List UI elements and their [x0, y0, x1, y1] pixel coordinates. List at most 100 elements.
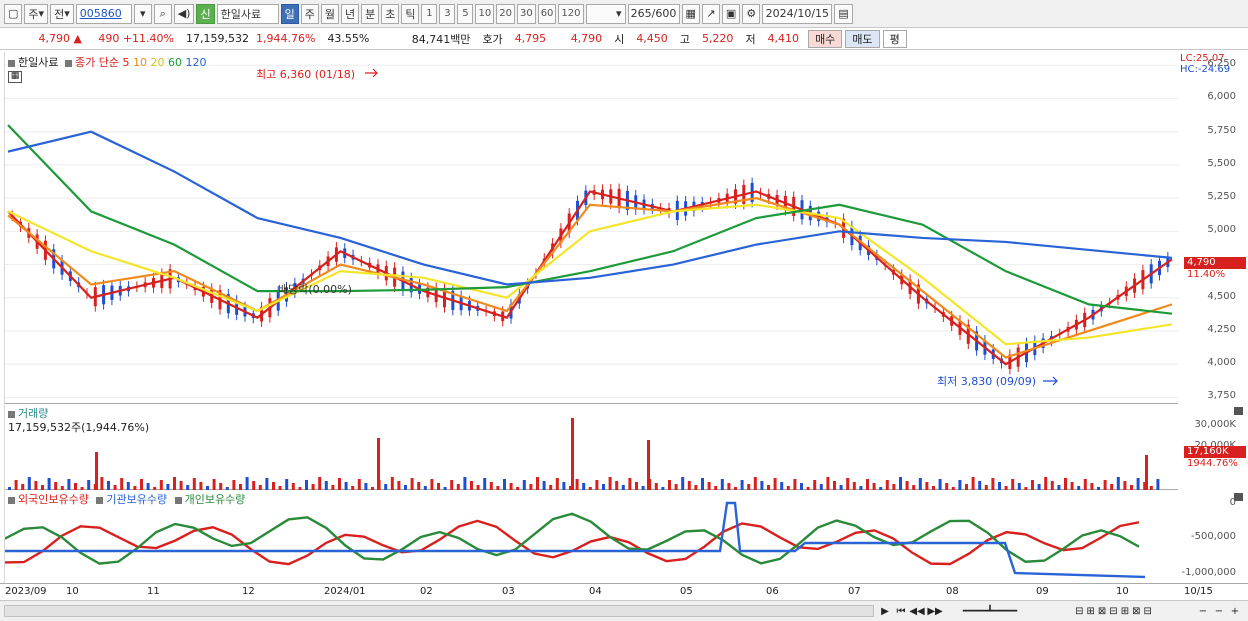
zoom-in-icon[interactable]: +: [1228, 604, 1242, 619]
legend-indiv: 개인보유수량: [184, 493, 246, 506]
zoom-slider[interactable]: ━━━━┻━━━━: [950, 604, 1030, 619]
interval-5[interactable]: 5: [457, 3, 474, 24]
x-tick: 09: [1036, 586, 1049, 597]
volume-bar: [687, 481, 691, 490]
x-tick: 07: [848, 586, 861, 597]
dropdown-icon[interactable]: ▾: [133, 3, 152, 24]
mode-select[interactable]: 주 ▾: [24, 3, 49, 24]
volume-bar: [278, 486, 282, 490]
volume-bar: [443, 487, 447, 490]
volume-bar: [1103, 480, 1107, 490]
scrollbar[interactable]: [4, 605, 874, 617]
next-icon[interactable]: ▶▶: [927, 604, 942, 619]
period-second[interactable]: 초: [381, 3, 400, 24]
volume-spike: [1145, 455, 1148, 490]
volume-bar: [1004, 486, 1008, 490]
interval-20[interactable]: 20: [496, 3, 515, 24]
holder-close-icon[interactable]: [1234, 493, 1243, 501]
ma-line-60: [7, 124, 1173, 315]
volume-bar: [285, 479, 289, 490]
prev-icon[interactable]: ◀◀: [909, 604, 924, 619]
average-button[interactable]: 평: [882, 29, 907, 48]
interval-120[interactable]: 120: [558, 3, 584, 24]
grid-icon[interactable]: ▦: [681, 3, 700, 24]
volume-bar: [635, 482, 638, 490]
x-tick: 06: [766, 586, 779, 597]
volume-bar: [417, 482, 421, 490]
volume-bar: [80, 487, 84, 490]
first-icon[interactable]: ⏮: [894, 604, 908, 619]
open-label: 시: [614, 32, 625, 46]
stock-code-input[interactable]: 005860: [75, 3, 132, 24]
interval-dropdown[interactable]: ▾: [585, 3, 626, 24]
volume-bar: [1024, 487, 1028, 490]
x-tick: 10: [66, 586, 79, 597]
tool-icons[interactable]: ⊟⊞⊠⊟⊞⊠⊟: [1040, 604, 1190, 619]
bar-count: 265: [630, 7, 652, 20]
date-field[interactable]: 2024/10/15: [762, 3, 833, 24]
volume-bar: [602, 484, 605, 490]
price-change: 490 +11.40%: [98, 32, 174, 45]
volume-bar: [734, 487, 737, 490]
mode-b-select[interactable]: 전 ▾: [50, 3, 74, 24]
volume-bar: [912, 485, 916, 490]
price-chart[interactable]: [5, 52, 1179, 404]
volume-bar: [714, 486, 718, 490]
price-tick: 6,000: [1207, 91, 1236, 103]
volume-close-icon[interactable]: [1234, 407, 1243, 415]
period-year[interactable]: 년: [340, 3, 360, 24]
volume-bar: [199, 482, 203, 490]
holder-tick: -1,000,000: [1181, 567, 1236, 578]
period-tick[interactable]: 틱: [401, 3, 420, 24]
volume-bar: [153, 487, 157, 490]
volume-bar: [555, 478, 559, 490]
interval-3[interactable]: 3: [439, 3, 456, 24]
window-icon[interactable]: ▢: [4, 3, 23, 24]
table-icon[interactable]: ▦: [8, 71, 22, 83]
volume-bar: [588, 487, 592, 490]
period-month[interactable]: 월: [320, 3, 339, 24]
stock-name-field[interactable]: 한일사료: [216, 3, 279, 24]
legend-ma120: 120: [185, 56, 207, 69]
volume-bar: [615, 481, 619, 490]
volume-bar: [674, 484, 678, 490]
volume-chart[interactable]: [5, 405, 1179, 490]
zoom-out-icon[interactable]: −: [1196, 604, 1210, 619]
volume-bar: [998, 482, 1001, 490]
volume-bar: [978, 481, 982, 490]
bar-count-field[interactable]: 265/600: [627, 3, 680, 24]
volume-ratio: 1,944.76%: [256, 32, 316, 45]
scroll-right-icon[interactable]: ▶: [878, 604, 892, 619]
high-label: 고: [679, 32, 690, 46]
new-badge: 신: [196, 3, 215, 24]
minus-icon[interactable]: −: [1212, 604, 1226, 619]
low-annotation: 최저 3,830 (09/09): [937, 375, 1037, 388]
volume-bar: [938, 479, 942, 490]
volume-bar: [932, 486, 935, 490]
calendar-icon[interactable]: ▤: [834, 3, 853, 24]
interval-10[interactable]: 10: [475, 3, 495, 24]
period-week[interactable]: 주: [300, 3, 319, 24]
sell-button[interactable]: 매도: [845, 29, 880, 48]
draw-icon[interactable]: ↗: [701, 3, 720, 24]
buy-button[interactable]: 매수: [808, 29, 843, 48]
gear-icon[interactable]: ⚙: [742, 3, 761, 24]
volume-bar: [819, 484, 823, 490]
period-minute[interactable]: 분: [361, 3, 380, 24]
volume-bar: [1083, 479, 1087, 490]
interval-60[interactable]: 60: [537, 3, 557, 24]
save-icon[interactable]: ▣: [721, 3, 741, 24]
volume-bar: [1050, 481, 1054, 490]
interval-30[interactable]: 30: [516, 3, 536, 24]
volume-bar: [272, 482, 275, 490]
legend-ma10: 10: [132, 56, 147, 69]
period-day[interactable]: 일: [280, 3, 299, 24]
search-icon[interactable]: ⌕: [153, 3, 172, 24]
interval-1[interactable]: 1: [421, 3, 438, 24]
speaker-icon[interactable]: ◀): [173, 3, 195, 24]
volume-value: 17,159,532주(1,944.76%): [8, 421, 150, 434]
volume-bar: [760, 481, 764, 490]
mode-label: 주: [28, 7, 39, 21]
volume-bar: [206, 486, 209, 490]
volume-bar: [529, 484, 533, 490]
